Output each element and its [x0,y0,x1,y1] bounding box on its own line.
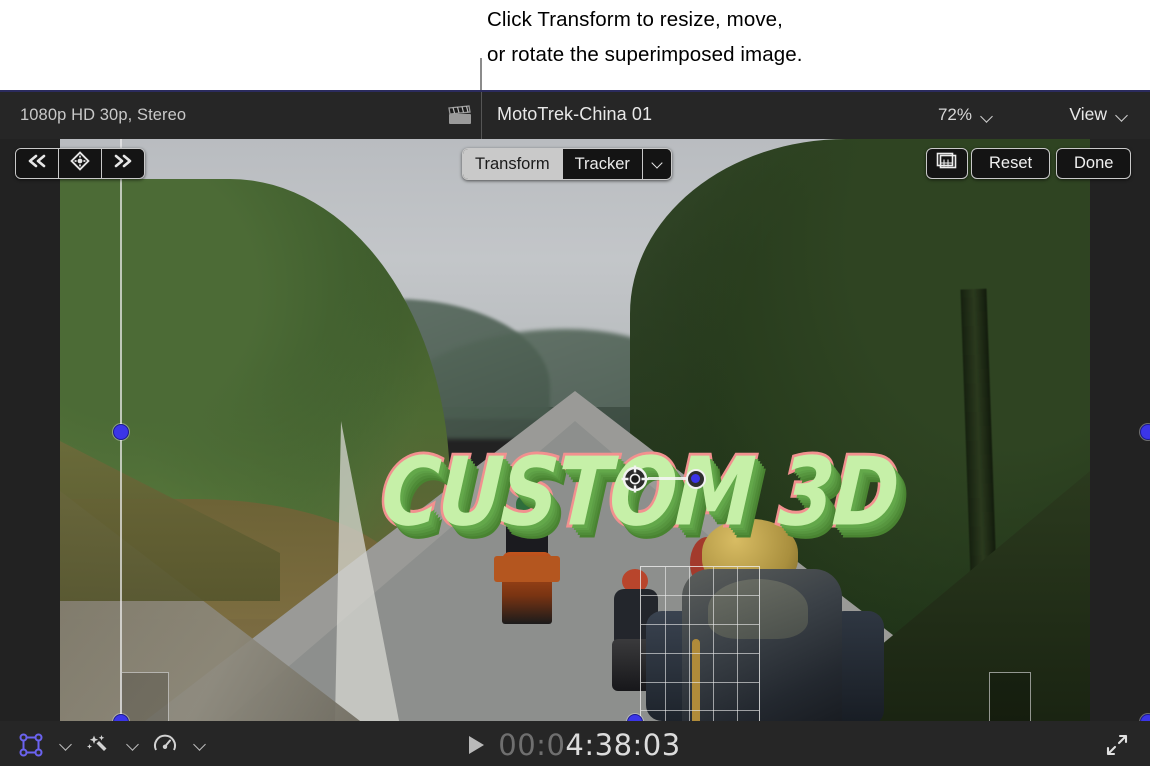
viewer-bottom-toolbar: 00:04:38:03 [0,721,1150,766]
expand-fullscreen-icon [1106,734,1128,760]
callout-text: Click Transform to resize, move, or rota… [487,2,1007,72]
callout-line-1: Click Transform to resize, move, [487,8,783,31]
transform-mode-button[interactable]: Transform [463,149,563,179]
chevron-down-icon [1117,111,1128,118]
chevron-down-icon [982,112,993,119]
tracker-mode-button[interactable]: Tracker [562,149,643,179]
motorcyclist-near [630,519,910,721]
done-button[interactable]: Done [1056,148,1132,179]
keyframe-diamond-icon [70,151,90,176]
next-keyframe-button[interactable] [102,149,144,178]
callout-line-2: or rotate the superimposed image. [487,43,803,66]
timecode-display[interactable]: 00:04:38:03 [498,728,680,762]
tracker-options-button[interactable] [642,149,671,179]
zoom-level-control[interactable]: 72% [938,105,993,125]
playback-status: 00:04:38:03 [0,721,1150,766]
expand-fullscreen-button[interactable] [1106,734,1128,761]
previous-keyframe-button[interactable] [16,149,59,178]
transform-mode-label: Transform [475,154,550,173]
keyframe-navigation-group [15,148,145,179]
screenshot-root: Click Transform to resize, move, or rota… [0,0,1150,766]
crop-frame-icon [936,152,958,175]
zoom-level-label: 72% [937,105,972,124]
chevron-down-icon [652,161,662,167]
done-button-label: Done [1074,154,1114,172]
view-menu-label: View [1069,104,1107,124]
viewer-canvas[interactable]: CUSTOM 3D [0,139,1150,721]
crop-frame-button[interactable] [926,148,968,179]
tracker-mode-label: Tracker [574,154,630,173]
titlebar-divider [481,92,482,139]
double-chevron-left-icon [27,154,47,173]
play-icon[interactable] [469,735,485,754]
double-chevron-right-icon [113,154,133,173]
clapperboard-icon [448,105,472,126]
reset-button[interactable]: Reset [971,148,1051,179]
timecode-leading-zeros: 00:0 [498,727,566,762]
viewer-titlebar: 1080p HD 30p, Stereo MotoTrek-China 01 7… [0,92,1150,139]
add-keyframe-button[interactable] [59,149,102,178]
timecode-value: 4:38:03 [565,727,681,762]
clip-format-label: 1080p HD 30p, Stereo [20,106,187,124]
viewer-window: 1080p HD 30p, Stereo MotoTrek-China 01 7… [0,90,1150,766]
mode-switcher-group: Transform Tracker [462,148,672,180]
video-frame [60,139,1090,721]
view-menu[interactable]: View [1069,104,1128,125]
onscreen-title-text[interactable]: CUSTOM 3D [376,434,903,549]
project-title: MotoTrek-China 01 [497,104,653,124]
reset-button-label: Reset [989,154,1033,172]
